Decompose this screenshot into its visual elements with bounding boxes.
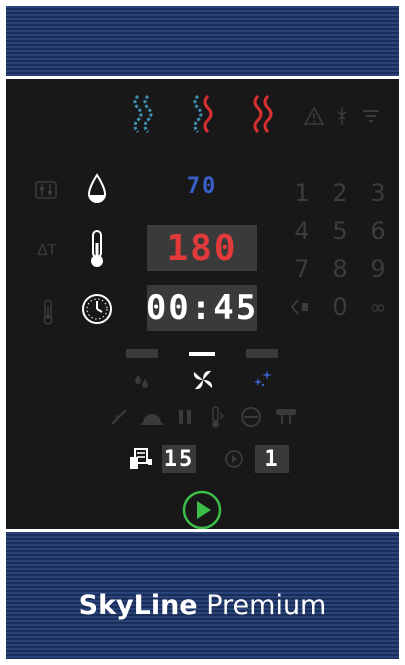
keypad-key-6[interactable]: 6: [363, 216, 393, 246]
humidity-button[interactable]: [82, 169, 112, 209]
fan-speed-active-marker: [189, 351, 215, 356]
keypad-back-button[interactable]: [289, 294, 317, 320]
function-btn-2[interactable]: [138, 405, 166, 429]
function-btn-1[interactable]: [106, 405, 132, 429]
convection-icon: [253, 94, 273, 134]
fan-speed-bar-high: [246, 349, 278, 358]
brand-name-bold: SkyLine: [78, 590, 198, 621]
water-drop-icon: [87, 173, 107, 203]
cleaning-button[interactable]: [248, 365, 276, 393]
keypad-key-8[interactable]: 8: [325, 254, 355, 284]
warning-indicator: [303, 105, 325, 127]
fine-tune-button[interactable]: [32, 177, 60, 203]
dome-icon: [141, 414, 163, 425]
time-display[interactable]: 00:45: [145, 285, 259, 331]
program-value: 1: [264, 446, 280, 472]
control-panel: ΔT 70 180 00:45 1 2 3 4 5 6 7 8 9 0 ∞ 15…: [6, 79, 399, 531]
no-entry-icon: [241, 407, 261, 427]
time-value: 00:45: [145, 288, 259, 328]
steam-mode-button[interactable]: [126, 91, 160, 137]
probe-indicator: [333, 105, 351, 127]
cycles-value: 15: [163, 446, 195, 472]
sliders-icon: [35, 181, 57, 199]
program-button[interactable]: [222, 447, 246, 471]
backspace-icon: [291, 299, 308, 315]
keypad-infinity-button[interactable]: ∞: [363, 292, 393, 322]
timer-button[interactable]: [79, 291, 115, 327]
keypad-key-1[interactable]: 1: [287, 178, 317, 208]
temperature-value: 180: [166, 227, 238, 269]
keypad-key-7[interactable]: 7: [287, 254, 317, 284]
start-button[interactable]: [181, 489, 223, 531]
delta-t-icon: ΔT: [37, 241, 57, 259]
fan-speed-bar-low: [126, 349, 158, 358]
temperature-display[interactable]: 180: [147, 225, 257, 271]
delta-t-button[interactable]: ΔT: [32, 237, 62, 263]
brand-name-light: Premium: [206, 590, 327, 621]
keypad-key-3[interactable]: 3: [363, 178, 393, 208]
core-probe-button[interactable]: [36, 297, 60, 327]
combi-icon: [193, 94, 213, 134]
top-band: [6, 6, 399, 76]
fan-speed-bar-mid: [186, 349, 218, 358]
steam-icon: [133, 94, 153, 134]
clock-icon: [82, 294, 112, 324]
convection-mode-button[interactable]: [246, 91, 280, 137]
probe-icon: [337, 107, 347, 125]
play-icon: [182, 490, 222, 530]
thermometer-icon: [91, 230, 103, 267]
keypad-key-4[interactable]: 4: [287, 216, 317, 246]
fan-button[interactable]: [188, 365, 218, 395]
core-probe-icon: [43, 299, 53, 325]
pause-icon: [179, 410, 191, 424]
fan-icon: [193, 370, 213, 390]
oven-control-panel: ΔT 70 180 00:45 1 2 3 4 5 6 7 8 9 0 ∞ 15…: [6, 6, 399, 659]
function-btn-3[interactable]: [174, 405, 196, 429]
temperature-button[interactable]: [84, 227, 110, 271]
filter-indicator: [360, 105, 382, 127]
hood-icon: [276, 409, 296, 424]
keypad-key-0[interactable]: 0: [325, 292, 355, 322]
humidity-display[interactable]: 70: [182, 173, 222, 200]
probe-needle-icon: [111, 409, 127, 425]
tray-stack-icon: [130, 448, 152, 469]
brand-logo: SkyLine Premium: [6, 590, 399, 621]
sparkle-icon: [254, 370, 272, 387]
temp-down-icon: [212, 406, 224, 428]
droplets-icon: [135, 375, 148, 388]
keypad-key-5[interactable]: 5: [325, 216, 355, 246]
cycles-display[interactable]: 15: [162, 445, 196, 473]
function-btn-4[interactable]: [204, 403, 228, 431]
keypad-key-2[interactable]: 2: [325, 178, 355, 208]
warning-icon: [304, 107, 324, 125]
combi-mode-button[interactable]: [186, 91, 220, 137]
cycles-button[interactable]: [126, 445, 156, 473]
humidity-low-button[interactable]: [128, 367, 156, 393]
function-btn-5[interactable]: [238, 405, 264, 429]
function-btn-6[interactable]: [272, 405, 300, 429]
program-display[interactable]: 1: [255, 445, 289, 473]
filter-icon: [363, 110, 379, 122]
humidity-value: 70: [186, 174, 218, 199]
program-icon: [225, 450, 243, 468]
keypad-key-9[interactable]: 9: [363, 254, 393, 284]
